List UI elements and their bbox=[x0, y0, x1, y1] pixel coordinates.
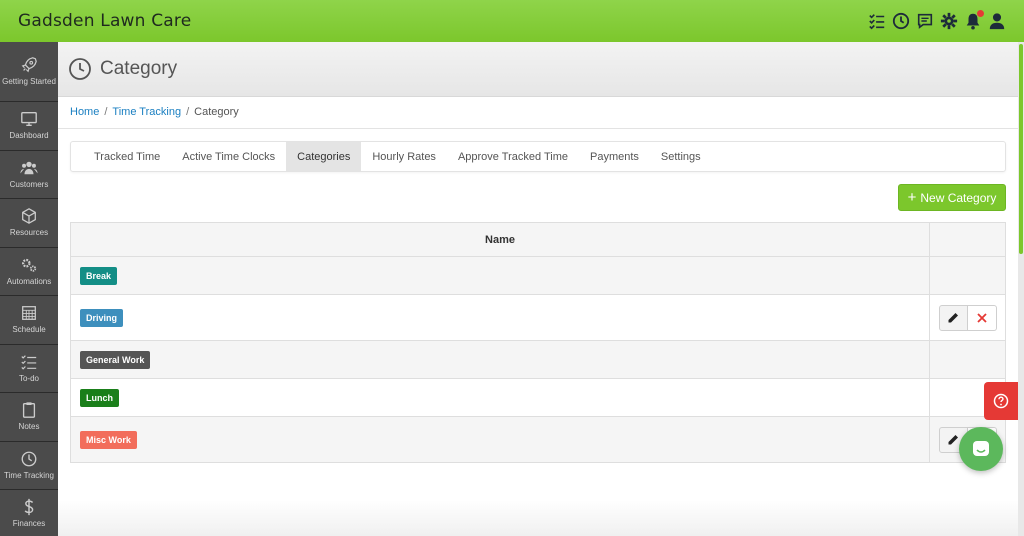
sidebar-item-label: Finances bbox=[12, 519, 46, 529]
sidebar-item-label: Getting Started bbox=[2, 77, 56, 86]
app-title[interactable]: Gadsden Lawn Care bbox=[18, 11, 191, 31]
sidebar-item-label: Time Tracking bbox=[4, 470, 54, 480]
scrollbar-thumb[interactable] bbox=[1019, 44, 1023, 254]
sidebar-item-getting-started[interactable]: Getting Started bbox=[0, 42, 58, 102]
top-icons bbox=[868, 0, 1006, 42]
todo-icon bbox=[21, 355, 37, 370]
user-icon[interactable] bbox=[988, 12, 1006, 30]
plus-icon: + bbox=[907, 189, 917, 206]
chat-icon[interactable] bbox=[916, 12, 934, 30]
top-bar: Gadsden Lawn Care bbox=[0, 0, 1024, 42]
rocket-icon bbox=[21, 57, 37, 73]
close-icon bbox=[976, 312, 987, 323]
category-badge: General Work bbox=[80, 350, 151, 369]
table-row: Driving bbox=[71, 295, 1005, 341]
row-actions bbox=[938, 304, 997, 331]
category-badge: Break bbox=[80, 266, 118, 285]
sidebar-item-schedule[interactable]: Schedule bbox=[0, 296, 58, 345]
sidebar-item-label: Notes bbox=[18, 422, 40, 432]
question-icon bbox=[993, 393, 1009, 409]
new-category-label: New Category bbox=[920, 190, 997, 205]
sidebar-item-label: To-do bbox=[18, 373, 39, 383]
breadcrumb-separator: / bbox=[186, 106, 190, 118]
breadcrumb-home[interactable]: Home bbox=[70, 106, 99, 118]
help-button[interactable] bbox=[984, 382, 1018, 420]
column-header-actions bbox=[929, 223, 1005, 256]
breadcrumb-time-tracking[interactable]: Time Tracking bbox=[112, 106, 181, 118]
tab-hourly-rates[interactable]: Hourly Rates bbox=[361, 142, 447, 171]
table-header: Name bbox=[71, 223, 1005, 257]
tab-settings[interactable]: Settings bbox=[650, 142, 712, 171]
chat-bubble-icon bbox=[973, 441, 989, 456]
tab-categories[interactable]: Categories bbox=[286, 142, 362, 171]
sidebar-item-resources[interactable]: Resources bbox=[0, 199, 58, 248]
checklist-icon[interactable] bbox=[868, 12, 886, 30]
page-header: Category bbox=[58, 42, 1018, 97]
tab-bar: Tracked Time Active Time Clocks Categori… bbox=[70, 141, 1006, 172]
sidebar-item-notes[interactable]: Notes bbox=[0, 393, 58, 442]
divider bbox=[58, 128, 1018, 129]
table-row: Break bbox=[71, 257, 1005, 295]
gears-icon bbox=[22, 258, 37, 272]
sidebar-item-customers[interactable]: Customers bbox=[0, 150, 58, 199]
pencil-icon bbox=[948, 434, 958, 444]
bottom-fade bbox=[58, 500, 1018, 536]
category-badge: Misc Work bbox=[80, 430, 137, 449]
users-icon bbox=[20, 161, 38, 175]
breadcrumb-current: Category bbox=[194, 106, 239, 118]
gear-icon[interactable] bbox=[940, 12, 958, 30]
category-badge: Lunch bbox=[80, 388, 119, 407]
sidebar-item-label: Dashboard bbox=[9, 131, 49, 141]
tab-payments[interactable]: Payments bbox=[579, 142, 650, 171]
clipboard-icon bbox=[22, 402, 36, 419]
sidebar: Getting Started Dashboard Customers Reso… bbox=[0, 42, 58, 536]
edit-button[interactable] bbox=[938, 304, 968, 331]
pencil-icon bbox=[948, 312, 958, 322]
sidebar-item-finances[interactable]: Finances bbox=[0, 490, 58, 536]
breadcrumb: Home / Time Tracking / Category bbox=[70, 106, 239, 118]
clock-icon bbox=[21, 451, 37, 467]
category-badge: Driving bbox=[80, 308, 124, 327]
clock-icon bbox=[69, 58, 91, 80]
chat-launcher-button[interactable] bbox=[959, 427, 1003, 471]
clock-icon[interactable] bbox=[892, 12, 910, 30]
notification-dot bbox=[977, 10, 984, 17]
table-row: Lunch bbox=[71, 379, 1005, 417]
new-category-button[interactable]: + New Category bbox=[898, 184, 1006, 211]
sidebar-item-automations[interactable]: Automations bbox=[0, 247, 58, 296]
sidebar-item-label: Customers bbox=[9, 179, 49, 189]
delete-button[interactable] bbox=[967, 304, 997, 331]
page-title: Category bbox=[100, 58, 178, 79]
sidebar-item-label: Schedule bbox=[12, 325, 46, 335]
monitor-icon bbox=[21, 112, 37, 127]
column-header-name[interactable]: Name bbox=[71, 223, 929, 256]
bell-icon[interactable] bbox=[964, 10, 984, 30]
box-icon bbox=[22, 208, 36, 225]
category-table: Name Break Driving General Work Lunch Mi… bbox=[70, 222, 1006, 463]
breadcrumb-separator: / bbox=[104, 106, 108, 118]
table-row: Misc Work bbox=[71, 417, 1005, 463]
sidebar-item-time-tracking[interactable]: Time Tracking bbox=[0, 441, 58, 490]
dollar-icon bbox=[24, 499, 34, 516]
sidebar-item-label: Resources bbox=[9, 228, 49, 238]
sidebar-item-dashboard[interactable]: Dashboard bbox=[0, 102, 58, 151]
sidebar-item-todo[interactable]: To-do bbox=[0, 344, 58, 393]
table-row: General Work bbox=[71, 341, 1005, 379]
tab-tracked-time[interactable]: Tracked Time bbox=[83, 142, 171, 171]
sidebar-item-label: Automations bbox=[6, 276, 52, 286]
tab-active-time-clocks[interactable]: Active Time Clocks bbox=[171, 142, 286, 171]
tab-approve-tracked-time[interactable]: Approve Tracked Time bbox=[447, 142, 579, 171]
calendar-icon bbox=[22, 306, 36, 321]
